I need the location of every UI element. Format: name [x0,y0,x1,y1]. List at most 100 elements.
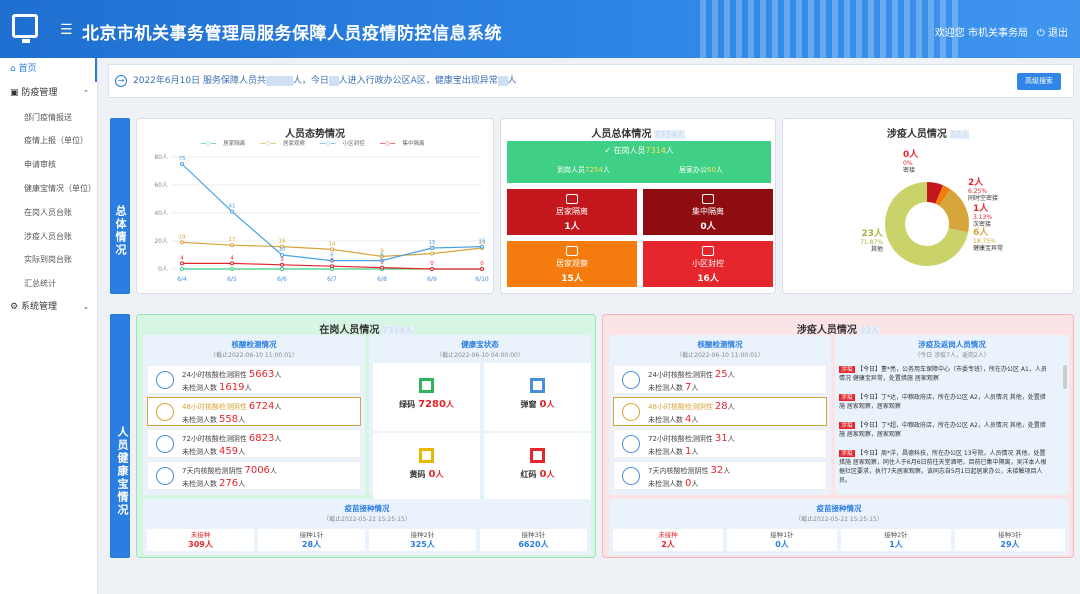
clock-24-icon [622,371,640,389]
nat-untested-label: 未检测人数 [648,384,683,392]
nat-negative-label: 24小时核酸检测阴性 [182,371,247,379]
news-item-0[interactable]: 涉疫 【今日】董*亮，公务用车保障中心（市委专班），所在办公区 A1，人员情况 健… [839,365,1049,383]
onpost-row: ✓ 在岗人员7314人 [507,145,771,156]
epiduty-panel: 涉疫人员情况 32人 核酸检测情况 （截止2022-06-10 11:00:01）… [602,314,1074,558]
health-code-value: 7280 [418,399,446,410]
sidebar-item-8[interactable]: 实际到岗台账 [0,248,97,272]
vaccine-card-1: 接种1针 28人 [258,529,365,551]
vaccine-value: 309人 [188,540,213,549]
notice-mid: 人，今日 [292,76,329,86]
logout-button[interactable]: ⏻ 退出 [1037,24,1068,39]
nat-row-1[interactable]: 48小时核酸检测阴性 6724人 未检测人数 558人 [147,397,361,426]
sidebar: ⌂ 首页 ▣ 防疫管理 ⌃ 部门疫情报送 疫情上报（单位） 申请审核 健康宝情况（单位） 在岗… [0,58,98,594]
sidebar-item-7[interactable]: 涉疫人员台账 [0,225,97,249]
home-row: 居家办公60人 [679,165,723,175]
news-item-2[interactable]: 涉疫 【今日】丁*超，中粮政府店，所在办公区 A2，人员情况 其他，处置措施 居家… [839,421,1049,439]
health-code-0[interactable]: 绿码 7280人 [373,363,480,431]
data-point [180,162,184,166]
vaccine-card-0: 未接种 309人 [147,529,254,551]
sidebar-item-10[interactable]: ⚙ 系统管理 ⌄ [0,296,97,320]
arrive-label: 到岗人员 [557,166,585,174]
health-code-label: 红码 [520,470,537,479]
clock-72-icon [622,435,640,453]
status-box-value: 0人 [700,222,716,232]
nat-negative-label: 72小时核酸检测阴性 [648,435,713,443]
sidebar-item-2[interactable]: 部门疫情报送 [0,106,97,130]
epiduty-nat-section: 核酸检测情况 （截止2022-06-10 11:00:01） 24小时核酸检测阴… [609,335,831,495]
header: ☰ 北京市机关事务管理局服务保障人员疫情防控信息系统 欢迎您 市机关事务局 ⏻ … [0,0,1080,58]
notice-bar: → 2022年6月10日 服务保障人员共 7314 人，今日 1 人进入行政办公区A区，… [108,64,1074,98]
nat-row-0[interactable]: 24小时核酸检测阴性 25人 未检测人数 7人 [613,365,827,394]
nat-untested-label: 未检测人数 [648,416,683,424]
sidebar-item-label: 涉疫人员台账 [24,231,72,241]
sidebar-item-6[interactable]: 在岗人员台账 [0,201,97,225]
sidebar-item-4[interactable]: 申请审核 [0,153,97,177]
nat-untested: 未检测人数 459人 [182,446,245,457]
donut-name: 其他 [871,245,883,253]
news-item-3[interactable]: 涉疫 【今日】周*洋，昌德科技，所在办公区 13号院，人员情况 其他，处置措施 居… [839,449,1049,485]
unit: 人 [274,403,282,411]
nat-row-2[interactable]: 72小时核酸检测阴性 6823人 未检测人数 459人 [147,429,361,458]
donut-pct: 0% [903,160,913,167]
sidebar-item-9[interactable]: 汇总统计 [0,272,97,296]
vaccine-value: 325人 [410,540,435,549]
arrive-redacted: 7254 [585,166,603,174]
health-code-3[interactable]: 红码 0人 [484,433,591,501]
data-label: 1 [380,260,384,266]
sidebar-item-3[interactable]: 疫情上报（单位） [0,129,97,153]
home-unit: 人 [715,166,723,174]
data-point [180,240,184,245]
home-label: 居家办公 [679,166,707,174]
overall-redacted: 7314人 [654,130,685,139]
news-scrollbar[interactable] [1063,365,1067,389]
sidebar-item-5[interactable]: 健康宝情况（单位） [0,177,97,201]
donut-pct: 3.13% [973,214,992,221]
menu-toggle-icon[interactable]: ☰ [60,22,73,38]
nat-negative-value: 5663 [248,369,275,380]
nat-row-1[interactable]: 48小时核酸检测阴性 28人 未检测人数 4人 [613,397,827,426]
health-code-1[interactable]: 弹窗 0人 [484,363,591,431]
section-label-overall: 总体情况 [110,118,130,294]
data-point [230,243,234,248]
advanced-search-button[interactable]: 高级搜索 [1017,73,1061,90]
notice-redacted: 7314 [265,76,293,86]
status-box-label: 小区封控 [692,259,724,268]
donut-value: 2人 [968,176,984,188]
vaccine-label: 接种3针 [998,531,1022,539]
nat-row-3[interactable]: 7天内核酸检测阴性 7006人 未检测人数 276人 [147,461,361,490]
sidebar-item-1[interactable]: ▣ 防疫管理 ⌃ [0,82,97,106]
onduty-nat-title: 核酸检测情况 [231,340,277,349]
news-text: 【今日】丁*超，中粮政府店，所在办公区 A2，人员情况 其他，处置措施 居家观察… [839,422,1046,438]
y-tick-label: 0人 [158,266,168,273]
arrive-unit: 人 [602,166,610,174]
nat-row-3[interactable]: 7天内核酸检测阴性 32人 未检测人数 0人 [613,461,827,490]
data-point [480,244,484,249]
data-label: 14 [329,241,336,247]
sidebar-item-label: 在岗人员台账 [24,207,72,217]
news-item-1[interactable]: 涉疫 【今日】丁*达，中粮政府店，所在办公区 A2，人员情况 其他，处置措施 居家… [839,393,1049,411]
epiduty-vac-title: 疫苗接种情况 [816,504,862,513]
news-tag: 涉疫 [839,394,856,401]
nat-untested-value: 276 [219,478,239,489]
unit: 人 [546,470,555,479]
unit: 人 [727,435,735,443]
onduty-hb-section: 健康宝状态 （截止2022-06-10 04:00:00） 绿码 7280人 弹窗 0… [369,335,591,501]
nat-untested-value: 1619 [219,382,245,393]
notice-suffix: 人 [507,76,517,86]
page-title: 北京市机关事务管理局服务保障人员疫情防控信息系统 [82,24,502,44]
nat-row-2[interactable]: 72小时核酸检测阴性 31人 未检测人数 1人 [613,429,827,458]
unit: 人 [546,400,555,409]
logout-label: 退出 [1048,28,1068,39]
donut-value: 6人 [973,226,989,238]
nat-negative-value: 31 [714,433,728,444]
clock-24-icon [156,371,174,389]
nat-negative-label: 24小时核酸检测阴性 [648,371,713,379]
data-label: 41 [229,204,236,210]
sidebar-item-0[interactable]: ⌂ 首页 [0,58,97,82]
notice-mid2: 人进入行政办公区A区，健康宝出现异常 [338,76,498,86]
nat-row-0[interactable]: 24小时核酸检测阴性 5663人 未检测人数 1619人 [147,365,361,394]
health-code-2[interactable]: 黄码 0人 [373,433,480,501]
nat-negative-value: 6823 [248,433,275,444]
nat-untested-value: 459 [219,446,239,457]
nat-negative: 48小时核酸检测阴性 6724人 [182,401,281,412]
